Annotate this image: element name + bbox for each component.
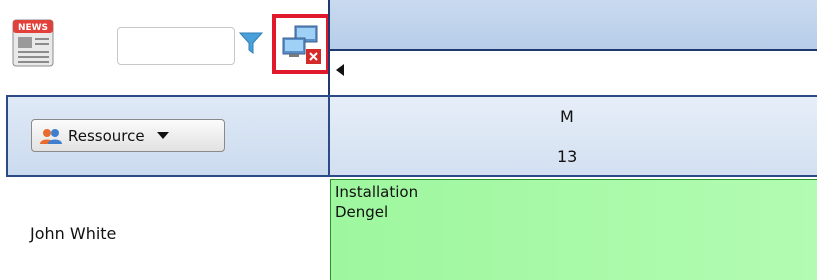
resource-button-label: Ressource: [68, 126, 145, 145]
users-icon: [40, 128, 62, 144]
booking-subtitle: Dengel: [335, 203, 389, 221]
timeline-scroll-row: [328, 51, 817, 95]
booking-block[interactable]: Installation Dengel: [330, 179, 817, 280]
svg-text:NEWS: NEWS: [18, 23, 48, 33]
timeline-header-band: [328, 0, 817, 51]
resource-name: John White: [30, 224, 117, 243]
network-disconnect-icon: [282, 25, 321, 64]
funnel-icon[interactable]: [238, 30, 264, 56]
chevron-down-icon: [156, 132, 169, 139]
filter-input[interactable]: [117, 27, 235, 65]
day-letter: M: [560, 107, 574, 126]
scroll-left-arrow-icon[interactable]: [336, 64, 344, 76]
day-number: 13: [557, 147, 578, 166]
resource-dropdown-button[interactable]: Ressource: [31, 119, 225, 152]
network-disconnect-button[interactable]: [272, 14, 330, 74]
news-icon[interactable]: NEWS: [10, 14, 56, 68]
booking-title: Installation: [335, 183, 419, 201]
